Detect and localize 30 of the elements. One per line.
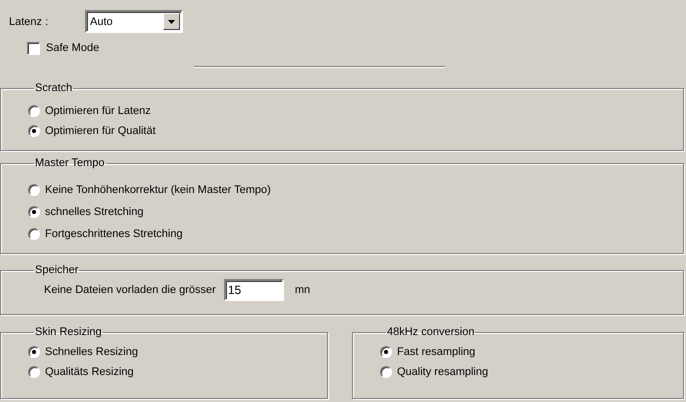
safe-mode-label: Safe Mode	[46, 42, 100, 54]
radio-button[interactable]	[28, 184, 40, 196]
group-title: Speicher	[34, 264, 80, 277]
radio-button[interactable]	[28, 105, 40, 117]
option-label: Keine Tonhöhenkorrektur (kein Master Tempo)	[45, 184, 271, 196]
preload-label: Keine Dateien vorladen die grösser	[44, 284, 216, 296]
option-label: Quality resampling	[397, 366, 488, 378]
radio-button[interactable]	[28, 206, 40, 218]
option-label: Fast resampling	[397, 346, 476, 358]
radio-button[interactable]	[28, 346, 40, 358]
option-label: Optimieren für Latenz	[45, 105, 151, 117]
group-title: Master Tempo	[34, 157, 106, 170]
option-label: Fortgeschrittenes Stretching	[45, 228, 183, 240]
latency-label: Latenz :	[8, 16, 50, 28]
group-title: 48kHz conversion	[386, 326, 476, 339]
option-label: Optimieren für Qualität	[45, 125, 156, 137]
radio-button[interactable]	[380, 366, 392, 378]
group-title: Skin Resizing	[34, 326, 103, 339]
group-title: Scratch	[34, 82, 74, 95]
unit-label: mn	[294, 284, 310, 296]
safe-mode-checkbox[interactable]	[27, 42, 40, 54]
option-label: Qualitäts Resizing	[45, 366, 134, 378]
option-label: Schnelles Resizing	[45, 346, 138, 358]
radio-button[interactable]	[380, 346, 392, 358]
radio-button[interactable]	[28, 366, 40, 378]
size-input-field[interactable]: 15	[224, 279, 284, 301]
option-label: schnelles Stretching	[45, 206, 144, 218]
radio-button[interactable]	[28, 125, 40, 137]
latency-dropdown[interactable]: Auto	[85, 10, 183, 33]
radio-button[interactable]	[28, 228, 40, 240]
